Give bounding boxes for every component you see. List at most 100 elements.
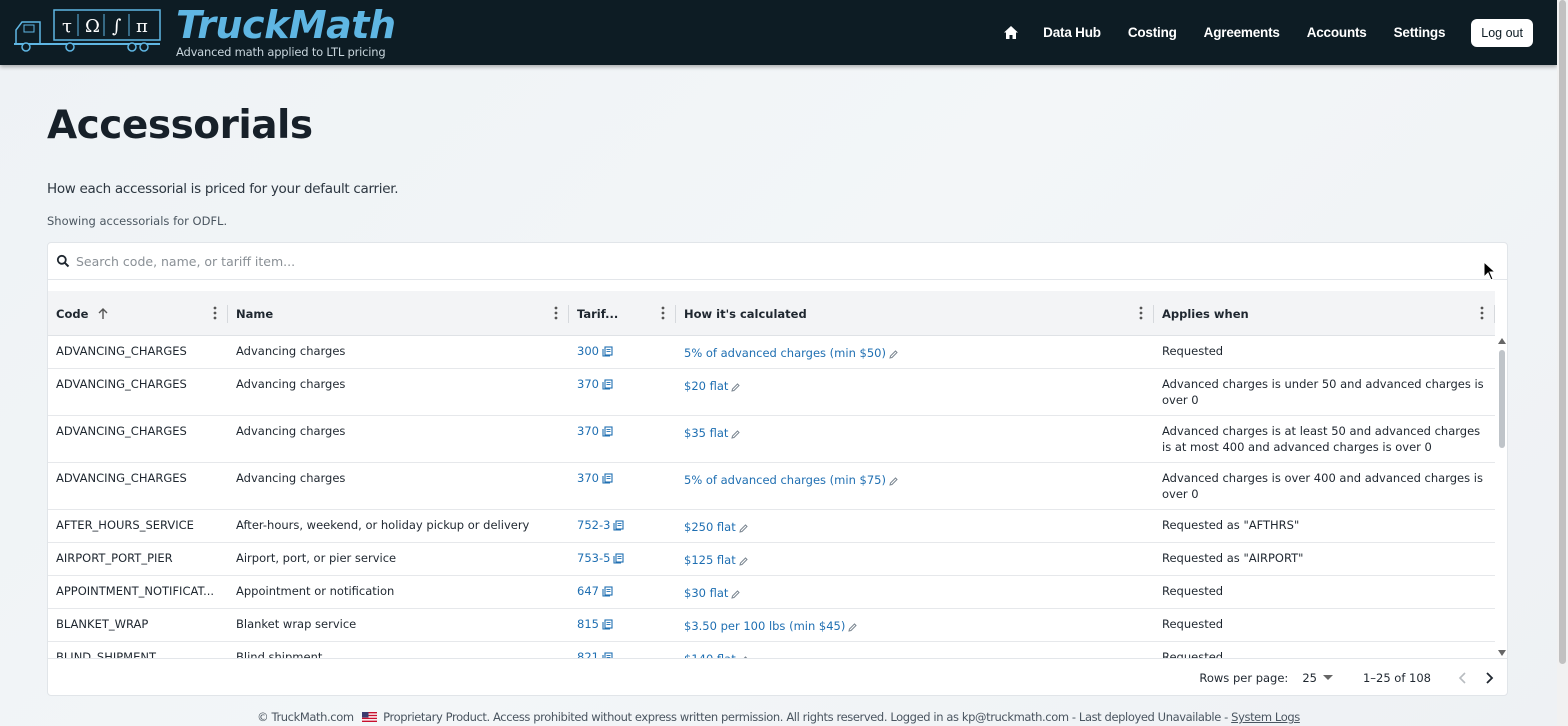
logout-button[interactable]: Log out xyxy=(1471,18,1533,47)
table-row[interactable]: BLANKET_WRAP Blanket wrap service 815 $3.50… xyxy=(48,609,1495,642)
cell-code: AIRPORT_PORT_PIER xyxy=(56,551,173,565)
tariff-link[interactable]: 753-5 xyxy=(577,551,610,565)
column-menu-icon[interactable] xyxy=(554,305,558,321)
column-label: Code xyxy=(56,306,89,321)
nav-agreements[interactable]: Agreements xyxy=(1204,25,1280,40)
rows-per-page-value: 25 xyxy=(1302,671,1317,685)
calculation-link[interactable]: 5% of advanced charges (min $75) xyxy=(684,473,886,487)
nav-accounts[interactable]: Accounts xyxy=(1307,25,1367,40)
table-row[interactable]: BLIND_SHIPMENT Blind shipment 821 $140 flat… xyxy=(48,642,1495,658)
table-scrollbar-thumb[interactable] xyxy=(1499,350,1505,448)
column-header-code[interactable]: Code xyxy=(48,291,228,336)
tariff-link[interactable]: 370 xyxy=(577,471,599,485)
next-page-button[interactable] xyxy=(1481,669,1499,687)
table-header: Code Name Tarif... How it's calculated A… xyxy=(48,291,1495,336)
cell-calculation: $3.50 per 100 lbs (min $45) xyxy=(676,609,1154,641)
tariff-link[interactable]: 370 xyxy=(577,377,599,391)
table-row[interactable]: AIRPORT_PORT_PIER Airport, port, or pier … xyxy=(48,543,1495,576)
cell-code: ADVANCING_CHARGES xyxy=(56,424,187,438)
edit-icon[interactable] xyxy=(731,590,741,599)
calculation-link[interactable]: $30 flat xyxy=(684,586,728,600)
scroll-down-icon[interactable] xyxy=(1498,650,1506,656)
rows-per-page-label: Rows per page: xyxy=(1199,671,1289,685)
tariff-link[interactable]: 370 xyxy=(577,424,599,438)
tariff-document-icon[interactable] xyxy=(602,586,613,597)
column-label: Name xyxy=(236,306,274,321)
edit-icon[interactable] xyxy=(731,383,741,392)
column-header-calculation[interactable]: How it's calculated xyxy=(676,291,1154,336)
brand[interactable]: TruckMath Advanced math applied to LTL p… xyxy=(176,4,396,59)
home-icon[interactable] xyxy=(1001,23,1021,43)
edit-icon[interactable] xyxy=(731,430,741,439)
cell-tariff: 752-3 xyxy=(569,510,676,542)
table-row[interactable]: ADVANCING_CHARGES Advancing charges 300 5% … xyxy=(48,336,1495,369)
edit-icon[interactable] xyxy=(739,557,748,566)
column-menu-icon[interactable] xyxy=(661,305,665,321)
calculation-link[interactable]: $20 flat xyxy=(684,379,728,393)
edit-icon[interactable] xyxy=(848,623,858,632)
truck-logo-icon[interactable]: τ Ω ∫ π xyxy=(12,8,162,54)
column-separator[interactable] xyxy=(1494,305,1495,323)
logo-symbol: Ω xyxy=(85,16,100,37)
table-row[interactable]: ADVANCING_CHARGES Advancing charges 370 $20… xyxy=(48,369,1495,416)
table-scrollbar[interactable] xyxy=(1497,336,1507,658)
cell-tariff: 815 xyxy=(569,609,676,641)
calculation-link[interactable]: $35 flat xyxy=(684,426,728,440)
cell-applies-when: Requested xyxy=(1162,584,1224,598)
table-row[interactable]: AFTER_HOURS_SERVICE After-hours, weekend,… xyxy=(48,510,1495,543)
cell-calculation: $125 flat xyxy=(676,543,1154,575)
carrier-note: Showing accessorials for ODFL. xyxy=(47,214,228,228)
search-bar xyxy=(48,243,1507,280)
column-header-name[interactable]: Name xyxy=(228,291,569,336)
edit-icon[interactable] xyxy=(889,350,898,359)
table-row[interactable]: ADVANCING_CHARGES Advancing charges 370 $35… xyxy=(48,416,1495,463)
tariff-document-icon[interactable] xyxy=(613,553,624,564)
column-menu-icon[interactable] xyxy=(213,305,217,321)
cell-name: Advancing charges xyxy=(236,471,346,485)
calculation-link[interactable]: 5% of advanced charges (min $50) xyxy=(684,346,886,360)
previous-page-button[interactable] xyxy=(1453,669,1471,687)
tariff-document-icon[interactable] xyxy=(613,520,624,531)
page-scrollbar-thumb[interactable] xyxy=(1559,0,1566,664)
edit-icon[interactable] xyxy=(889,477,898,486)
cell-name: Advancing charges xyxy=(236,377,346,391)
column-menu-icon[interactable] xyxy=(1480,305,1484,321)
nav-costing[interactable]: Costing xyxy=(1128,25,1177,40)
tariff-link[interactable]: 821 xyxy=(577,650,599,658)
table-row[interactable]: APPOINTMENT_NOTIFICAT... Appointment or n… xyxy=(48,576,1495,609)
cell-code: BLANKET_WRAP xyxy=(56,617,149,631)
edit-icon[interactable] xyxy=(739,524,748,533)
tariff-document-icon[interactable] xyxy=(602,619,613,630)
nav-data-hub[interactable]: Data Hub xyxy=(1043,25,1101,40)
table-row[interactable]: ADVANCING_CHARGES Advancing charges 370 5% … xyxy=(48,463,1495,510)
cell-applies-when: Requested as "AFTHRS" xyxy=(1162,518,1300,532)
page-subtitle: How each accessorial is priced for your … xyxy=(47,181,399,197)
mouse-cursor-icon xyxy=(1483,261,1496,281)
system-logs-link[interactable]: System Logs xyxy=(1231,710,1300,724)
tariff-document-icon[interactable] xyxy=(602,473,613,484)
top-navbar: τ Ω ∫ π TruckMath Advanced math applied … xyxy=(0,0,1557,65)
cell-applies-when: Advanced charges is under 50 and advance… xyxy=(1162,377,1484,407)
column-header-tariff[interactable]: Tarif... xyxy=(569,291,676,336)
search-input[interactable] xyxy=(76,253,1376,269)
tariff-link[interactable]: 815 xyxy=(577,617,599,631)
tariff-document-icon[interactable] xyxy=(602,426,613,437)
tariff-document-icon[interactable] xyxy=(602,346,613,357)
cell-name: Advancing charges xyxy=(236,344,346,358)
cell-name: Blanket wrap service xyxy=(236,617,357,631)
rows-per-page-select[interactable]: 25 xyxy=(1302,671,1333,685)
cell-code: ADVANCING_CHARGES xyxy=(56,377,187,391)
calculation-link[interactable]: $250 flat xyxy=(684,520,736,534)
nav-settings[interactable]: Settings xyxy=(1394,25,1446,40)
scroll-up-icon[interactable] xyxy=(1498,338,1506,344)
column-menu-icon[interactable] xyxy=(1139,305,1143,321)
calculation-link[interactable]: $3.50 per 100 lbs (min $45) xyxy=(684,619,845,633)
tariff-link[interactable]: 300 xyxy=(577,344,599,358)
tariff-link[interactable]: 647 xyxy=(577,584,599,598)
sort-ascending-icon[interactable] xyxy=(97,307,109,320)
calculation-link[interactable]: $125 flat xyxy=(684,553,736,567)
tariff-link[interactable]: 752-3 xyxy=(577,518,610,532)
column-header-applies-when[interactable]: Applies when xyxy=(1154,291,1495,336)
tariff-document-icon[interactable] xyxy=(602,379,613,390)
page-scrollbar[interactable] xyxy=(1557,0,1568,726)
